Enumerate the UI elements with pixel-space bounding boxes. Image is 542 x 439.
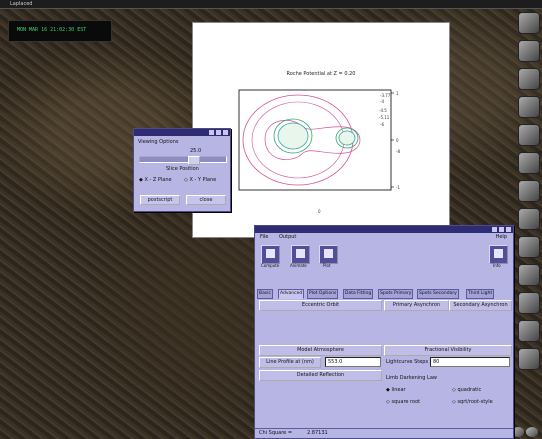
close-icon[interactable] [223,130,228,135]
limb-darkening-label: Limb Darkening Law [386,375,438,381]
viewing-options-window: Viewing Options 25.0 Slice Position ◆ X … [133,128,231,212]
menu-file[interactable]: File [260,234,268,240]
clock-text: MON MAR 16 21:02:30 EST [17,27,87,33]
tab-spots-primary[interactable]: Spots Primary [378,289,414,299]
contour-label: -3.77 [380,93,391,98]
menu-help[interactable]: Help [496,234,507,240]
tab-spots-secondary[interactable]: Spots Secondary [417,289,459,299]
animate-label: Animate [290,263,307,268]
tab-basic[interactable]: Basic [257,289,273,299]
dock-app-icon[interactable] [518,292,540,314]
dock-app-icon[interactable] [518,208,540,230]
dock-app-icon[interactable] [518,12,540,34]
viewing-options-titlebar[interactable] [134,129,230,136]
ld-linear-radio[interactable]: ◆ linear [386,387,406,393]
line-profile-button[interactable]: Line Profile at (nm) [259,357,321,368]
chi-square-value: 2.87131 [307,430,328,436]
line-profile-input[interactable]: 553.0 [325,357,381,367]
lightcurve-steps-input[interactable]: 80 [430,357,510,367]
tray-icon[interactable] [526,427,538,437]
plot-frame [238,89,392,191]
chi-square-label: Chi Square = [259,430,293,436]
ld-square-root-label: square root [391,399,421,405]
right-dock [518,12,540,376]
ld-linear-label: linear [391,387,406,393]
compute-label: Compute [261,263,280,268]
radio-xz-plane[interactable]: ◆ X - Z Plane [139,177,172,183]
main-app-window: File Output Help Compute Animate Plot In… [254,225,514,439]
ld-square-root-radio[interactable]: ◇ square root [386,399,420,405]
tab-third-light[interactable]: Third Light [466,289,495,299]
eccentric-orbit-button[interactable]: Eccentric Orbit [259,300,382,311]
primary-contour-inner [277,122,309,150]
contour-label: -4 [380,99,384,104]
axis-bottom-label: 0 [318,209,321,214]
ld-sqrt-root-style-radio[interactable]: ◇ sqrt/root-style [452,399,493,405]
maximize-icon[interactable] [499,227,504,232]
postscript-button[interactable]: postscript [140,195,180,205]
axis-tick-label: 1 [396,91,399,96]
desktop-topbar: Laplaced [0,0,542,9]
dock-app-icon[interactable] [518,180,540,202]
radio-xy-plane[interactable]: ◇ X - Y Plane [184,177,216,183]
secondary-asynchron-button[interactable]: Secondary Asynchron [449,300,512,311]
close-icon[interactable] [506,227,511,232]
animate-icon[interactable] [291,245,310,264]
dock-app-icon[interactable] [518,348,540,370]
viewing-options-label: Viewing Options [138,139,179,145]
compute-icon[interactable] [261,245,280,264]
axis-tick-label: -1 [396,185,400,190]
clock-widget: MON MAR 16 21:02:30 EST [8,20,112,42]
dock-app-icon[interactable] [518,124,540,146]
tab-advanced[interactable]: Advanced [278,289,305,299]
menu-output[interactable]: Output [279,234,296,240]
ld-quadratic-radio[interactable]: ◇ quadratic [452,387,481,393]
slider-value: 25.0 [190,148,202,154]
contour-label: -6 [380,122,384,127]
ld-sqrt-root-style-label: sqrt/root-style [457,399,493,405]
dock-app-icon[interactable] [518,320,540,342]
topbar-title: Laplaced [10,1,33,7]
contour-label: -4.5 [379,108,387,113]
maximize-icon[interactable] [216,130,221,135]
plot-label: Plot [323,263,331,268]
menubar: File Output Help [255,233,513,242]
tab-data-fitting[interactable]: Data Fitting [343,289,374,299]
detailed-reflection-button[interactable]: Detailed Reflection [259,370,382,381]
primary-asynchron-button[interactable]: Primary Asynchron [384,300,449,311]
slice-position-slider[interactable] [139,156,227,165]
close-button[interactable]: close [186,195,226,205]
ld-quadratic-label: quadratic [457,387,482,393]
slice-position-label: Slice Position [166,166,199,172]
secondary-contour-inner [338,130,356,146]
dock-app-icon[interactable] [518,264,540,286]
minimize-icon[interactable] [492,227,497,232]
dock-app-icon[interactable] [518,96,540,118]
minimize-icon[interactable] [209,130,214,135]
dock-app-icon[interactable] [518,236,540,258]
fractional-visibility-button[interactable]: Fractional Visibility [384,345,512,356]
contour-label: -8 [396,149,400,154]
radio-xy-label: X - Y Plane [189,177,217,183]
roche-contour-plot: -3.77 -4 -4.5 -5.11 -6 -8 1 0 -1 0 [238,89,400,214]
lightcurve-steps-label: Lightcurve Steps [386,359,429,365]
info-label: Info [493,263,501,268]
info-icon[interactable] [489,245,508,264]
contour-label: -5.11 [379,115,390,120]
plot-icon[interactable] [319,245,338,264]
axis-tick-label: 0 [396,138,399,143]
dock-app-icon[interactable] [518,152,540,174]
tab-strip: Basic Advanced Plot Options Data Fitting… [257,289,511,299]
status-bar: Chi Square = 2.87131 [255,428,513,438]
slider-thumb[interactable] [187,156,200,165]
radio-xz-label: X - Z Plane [144,177,172,183]
dock-app-icon[interactable] [518,40,540,62]
dock-app-icon[interactable] [518,68,540,90]
main-titlebar[interactable] [255,226,513,233]
model-atmosphere-button[interactable]: Model Atmosphere [259,345,382,356]
tab-plot-options[interactable]: Plot Options [307,289,339,299]
